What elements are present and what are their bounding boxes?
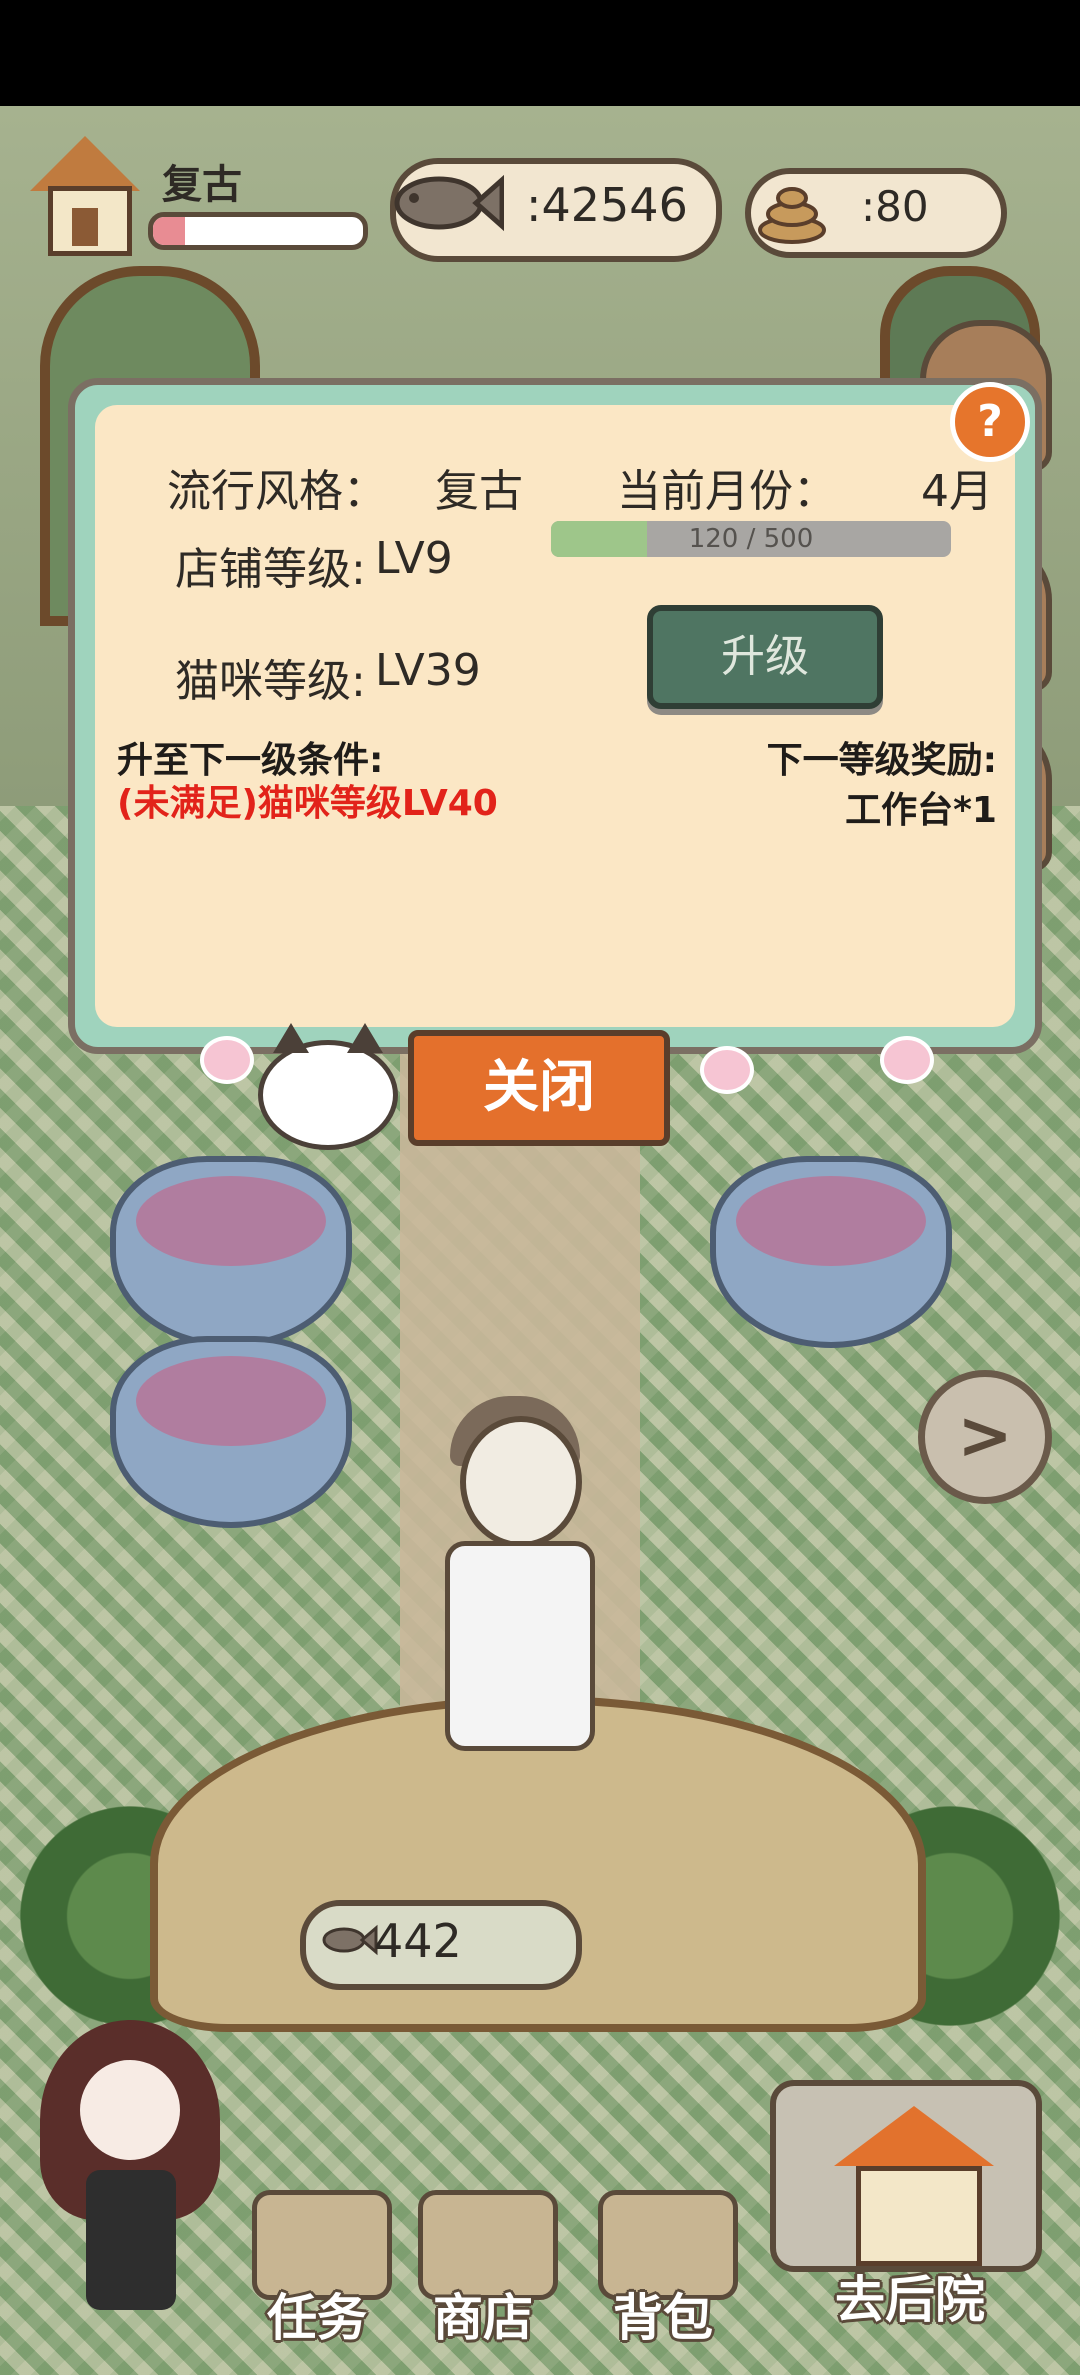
shop-level-progress: 120 / 500 — [551, 521, 951, 557]
fish-count: :42546 — [526, 178, 688, 232]
character-head — [460, 1416, 582, 1548]
nav-shop-button[interactable]: 商店 — [418, 2190, 558, 2347]
fish-icon — [322, 1924, 378, 1956]
fish-currency[interactable]: :42546 — [390, 158, 722, 262]
price-value: 442 — [374, 1914, 462, 1968]
style-progress-fill — [153, 217, 185, 245]
assistant-girl-character[interactable] — [40, 1980, 220, 2340]
close-button[interactable]: 关闭 — [408, 1030, 670, 1146]
backyard-house-icon — [770, 2080, 1042, 2272]
style-value: 复古 — [435, 466, 523, 517]
girl-body — [86, 2170, 176, 2310]
cat-cushion-left-top[interactable] — [110, 1156, 352, 1348]
cat-cushion-right-top[interactable] — [710, 1156, 952, 1348]
condition-title: 升至下一级条件: — [117, 740, 384, 781]
nav-task-label: 任务 — [267, 2289, 367, 2347]
shop-level-dialog: 流行风格： 复古 当前月份： 4月 店铺等级: LV9 120 / 500 猫咪… — [68, 378, 1042, 1054]
condition-text: (未满足)猫咪等级LV40 — [117, 783, 498, 824]
status-bar — [0, 0, 1080, 106]
cat-ear-left — [273, 1023, 309, 1053]
home-door — [72, 208, 98, 246]
style-progress-bar — [148, 212, 368, 250]
cat-level-label: 猫咪等级: — [175, 656, 366, 707]
cat-face-decoration — [258, 1023, 398, 1150]
nav-backyard-label: 去后院 — [835, 2271, 985, 2329]
nav-task-button[interactable]: 任务 — [252, 2190, 392, 2347]
dialog-content: 流行风格： 复古 当前月份： 4月 店铺等级: LV9 120 / 500 猫咪… — [95, 405, 1015, 1027]
girl-face — [80, 2060, 180, 2160]
cat-ear-right — [347, 1023, 383, 1053]
current-style-name: 复古 — [162, 162, 242, 208]
paw-decoration-left — [200, 1036, 254, 1084]
cat-level-value: LV39 — [375, 645, 481, 696]
backyard-house — [856, 2166, 982, 2266]
cat-cushion-left-empty[interactable] — [110, 1336, 352, 1528]
upgrade-button[interactable]: 升级 — [647, 605, 883, 709]
month-label: 当前月份： — [617, 466, 837, 517]
reward-title: 下一等级奖励: — [766, 740, 997, 781]
character-body — [445, 1541, 595, 1751]
poop-count: :80 — [861, 182, 929, 231]
shopkeeper-character[interactable] — [440, 1396, 595, 1816]
home-roof — [30, 136, 140, 191]
poop-icon — [758, 187, 826, 244]
paw-decoration-far-right — [880, 1036, 934, 1084]
poop-currency[interactable]: :80 — [745, 168, 1007, 258]
shop-level-value: LV9 — [375, 533, 453, 584]
paw-decoration-right — [700, 1046, 754, 1094]
style-label: 流行风格： — [167, 466, 387, 517]
home-icon[interactable] — [30, 136, 140, 256]
shop-level-label: 店铺等级: — [175, 544, 366, 595]
nav-shop-label: 商店 — [433, 2289, 533, 2347]
backyard-roof — [834, 2106, 994, 2166]
nav-bag-label: 背包 — [613, 2289, 713, 2347]
nav-bag-button[interactable]: 背包 — [598, 2190, 738, 2347]
next-arrow-button[interactable]: > — [918, 1370, 1052, 1504]
help-button[interactable]: ? — [950, 382, 1030, 462]
month-value: 4月 — [921, 466, 993, 517]
nav-backyard-button[interactable]: 去后院 — [760, 2080, 1060, 2340]
shop-progress-text: 120 / 500 — [688, 524, 814, 554]
counter-price-tag: 442 — [300, 1900, 582, 1990]
reward-text: 工作台*1 — [845, 790, 997, 831]
fish-icon — [394, 174, 504, 232]
